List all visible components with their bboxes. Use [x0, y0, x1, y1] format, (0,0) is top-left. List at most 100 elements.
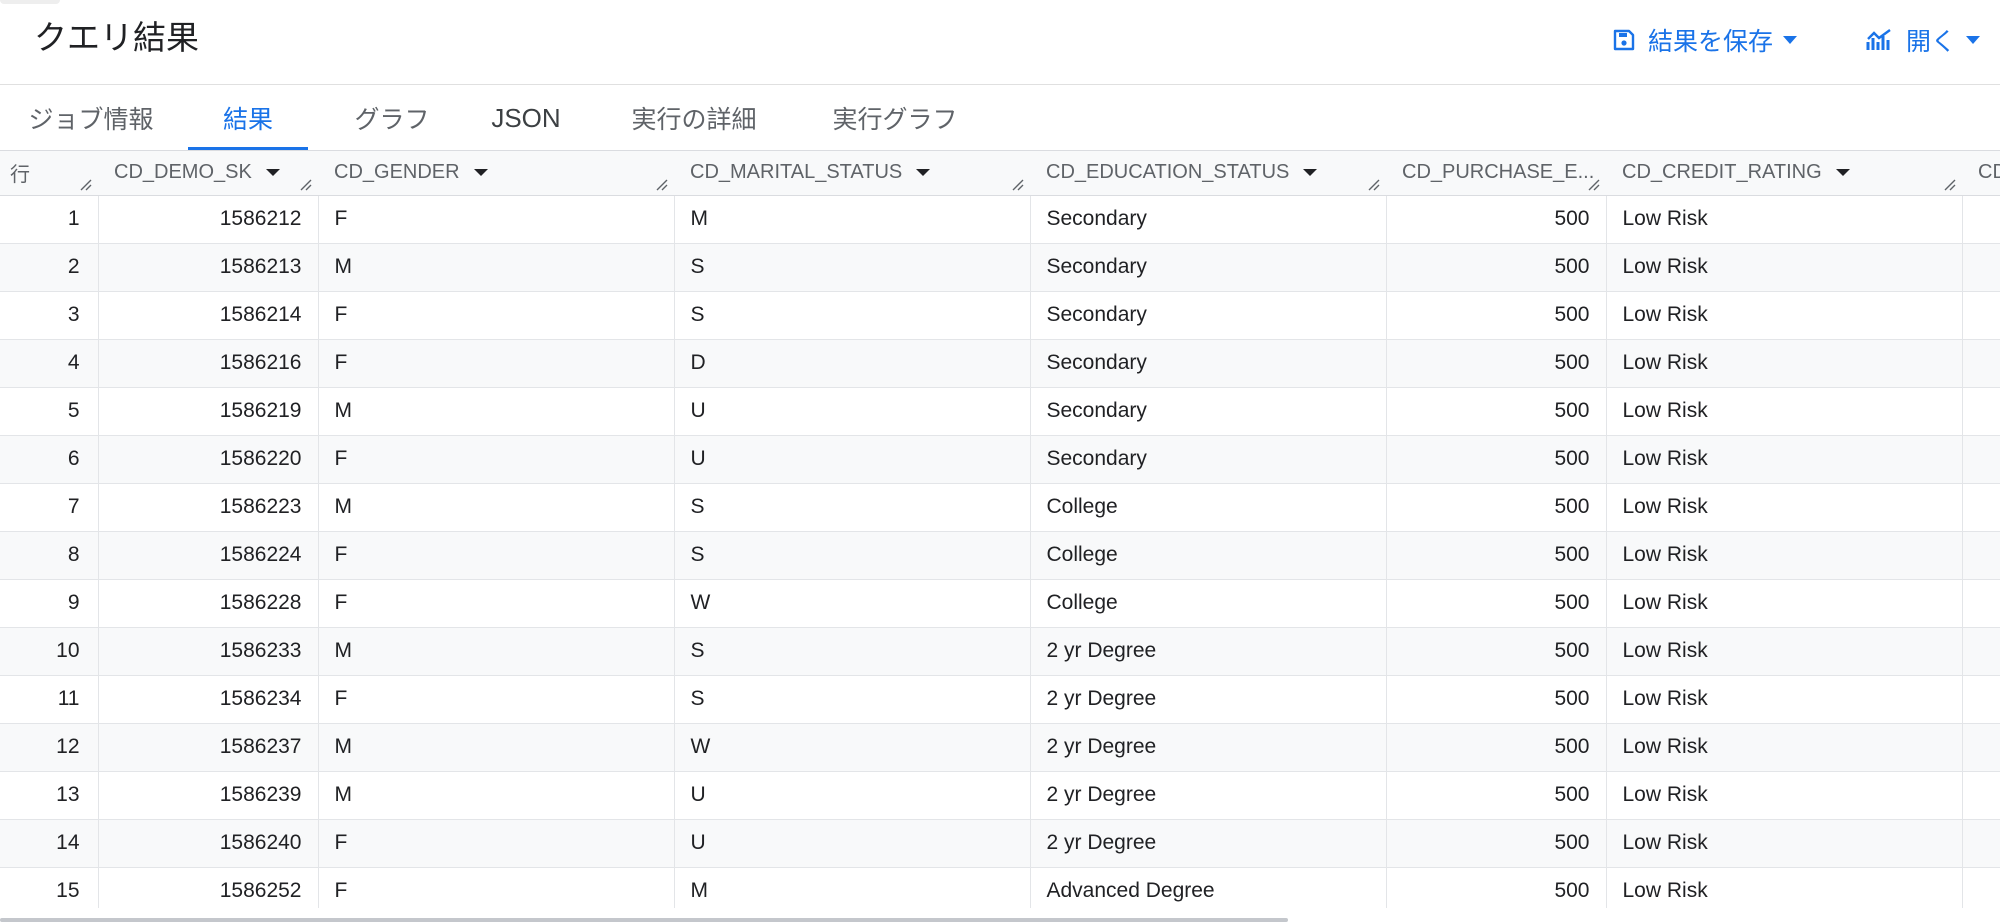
cell-cd-education-status[interactable]: 2 yr Degree: [1030, 771, 1387, 820]
cell-cd-next[interactable]: [1962, 291, 2000, 340]
cell-cd-demo-sk[interactable]: 1586214: [98, 291, 319, 340]
cell-cd-gender[interactable]: F: [318, 531, 675, 580]
cell-cd-credit-rating[interactable]: Low Risk: [1606, 675, 1963, 724]
cell-cd-credit-rating[interactable]: Low Risk: [1606, 531, 1963, 580]
cell-cd-demo-sk[interactable]: 1586233: [98, 627, 319, 676]
cell-cd-credit-rating[interactable]: Low Risk: [1606, 435, 1963, 484]
cell-cd-demo-sk[interactable]: 1586240: [98, 819, 319, 868]
sort-dropdown-icon[interactable]: [473, 169, 488, 177]
cell-cd-education-status[interactable]: 2 yr Degree: [1030, 819, 1387, 868]
cell-cd-demo-sk[interactable]: 1586237: [98, 723, 319, 772]
column-resize-handle[interactable]: [1944, 179, 1956, 191]
cell-cd-marital-status[interactable]: D: [674, 339, 1031, 388]
cell-cd-marital-status[interactable]: W: [674, 579, 1031, 628]
cell-cd-purchase-estimate[interactable]: 500: [1386, 771, 1607, 820]
cell-cd-demo-sk[interactable]: 1586252: [98, 867, 319, 908]
cell-cd-marital-status[interactable]: S: [674, 627, 1031, 676]
cell-cd-marital-status[interactable]: U: [674, 435, 1031, 484]
cell-cd-credit-rating[interactable]: Low Risk: [1606, 387, 1963, 436]
cell-cd-purchase-estimate[interactable]: 500: [1386, 483, 1607, 532]
cell-cd-purchase-estimate[interactable]: 500: [1386, 291, 1607, 340]
cell-cd-marital-status[interactable]: S: [674, 483, 1031, 532]
cell-cd-marital-status[interactable]: M: [674, 867, 1031, 908]
cell-cd-credit-rating[interactable]: Low Risk: [1606, 627, 1963, 676]
cell-cd-credit-rating[interactable]: Low Risk: [1606, 867, 1963, 908]
tab-execution-graph[interactable]: 実行グラフ: [820, 86, 970, 150]
tab-execution-details[interactable]: 実行の詳細: [620, 86, 768, 150]
open-button[interactable]: 開く: [1866, 18, 1981, 62]
column-header-cd-credit-rating[interactable]: CD_CREDIT_RATING: [1606, 151, 1962, 196]
cell-cd-gender[interactable]: F: [318, 867, 675, 908]
cell-cd-gender[interactable]: F: [318, 675, 675, 724]
cell-cd-marital-status[interactable]: S: [674, 531, 1031, 580]
cell-cd-next[interactable]: [1962, 243, 2000, 292]
column-header-cd-education-status[interactable]: CD_EDUCATION_STATUS: [1030, 151, 1386, 196]
cell-cd-purchase-estimate[interactable]: 500: [1386, 723, 1607, 772]
cell-cd-demo-sk[interactable]: 1586228: [98, 579, 319, 628]
cell-cd-next[interactable]: [1962, 723, 2000, 772]
cell-cd-purchase-estimate[interactable]: 500: [1386, 819, 1607, 868]
cell-cd-purchase-estimate[interactable]: 500: [1386, 387, 1607, 436]
save-results-button[interactable]: 結果を保存: [1612, 18, 1798, 62]
cell-cd-education-status[interactable]: 2 yr Degree: [1030, 723, 1387, 772]
cell-cd-credit-rating[interactable]: Low Risk: [1606, 291, 1963, 340]
sort-dropdown-icon[interactable]: [265, 169, 280, 177]
cell-cd-next[interactable]: [1962, 771, 2000, 820]
cell-cd-education-status[interactable]: Secondary: [1030, 195, 1387, 244]
cell-cd-credit-rating[interactable]: Low Risk: [1606, 579, 1963, 628]
cell-cd-gender[interactable]: M: [318, 387, 675, 436]
cell-cd-education-status[interactable]: 2 yr Degree: [1030, 675, 1387, 724]
cell-cd-education-status[interactable]: Secondary: [1030, 291, 1387, 340]
cell-cd-next[interactable]: [1962, 339, 2000, 388]
cell-cd-gender[interactable]: M: [318, 243, 675, 292]
sort-dropdown-icon[interactable]: [1835, 169, 1850, 177]
column-resize-handle[interactable]: [656, 179, 668, 191]
cell-cd-purchase-estimate[interactable]: 500: [1386, 675, 1607, 724]
cell-cd-gender[interactable]: F: [318, 435, 675, 484]
cell-cd-gender[interactable]: F: [318, 819, 675, 868]
tab-job-info[interactable]: ジョブ情報: [28, 86, 154, 150]
cell-cd-education-status[interactable]: College: [1030, 579, 1387, 628]
cell-cd-demo-sk[interactable]: 1586219: [98, 387, 319, 436]
sort-dropdown-icon[interactable]: [1303, 169, 1318, 177]
column-header-cd-marital-status[interactable]: CD_MARITAL_STATUS: [674, 151, 1030, 196]
cell-cd-education-status[interactable]: College: [1030, 483, 1387, 532]
cell-cd-gender[interactable]: F: [318, 339, 675, 388]
column-header-cd-gender[interactable]: CD_GENDER: [318, 151, 674, 196]
cell-cd-demo-sk[interactable]: 1586234: [98, 675, 319, 724]
cell-cd-education-status[interactable]: Secondary: [1030, 243, 1387, 292]
cell-cd-purchase-estimate[interactable]: 500: [1386, 579, 1607, 628]
column-resize-handle[interactable]: [1012, 179, 1024, 191]
tab-json[interactable]: JSON: [478, 86, 574, 150]
cell-cd-marital-status[interactable]: S: [674, 291, 1031, 340]
horizontal-scrollbar[interactable]: [0, 918, 1288, 922]
cell-cd-demo-sk[interactable]: 1586239: [98, 771, 319, 820]
tab-results[interactable]: 結果: [188, 86, 308, 150]
cell-cd-credit-rating[interactable]: Low Risk: [1606, 483, 1963, 532]
column-header-cd-next[interactable]: CD: [1962, 151, 2000, 196]
cell-cd-demo-sk[interactable]: 1586220: [98, 435, 319, 484]
cell-cd-education-status[interactable]: Secondary: [1030, 435, 1387, 484]
cell-cd-next[interactable]: [1962, 531, 2000, 580]
cell-cd-demo-sk[interactable]: 1586212: [98, 195, 319, 244]
cell-cd-credit-rating[interactable]: Low Risk: [1606, 243, 1963, 292]
cell-cd-gender[interactable]: M: [318, 483, 675, 532]
cell-cd-next[interactable]: [1962, 627, 2000, 676]
cell-cd-gender[interactable]: M: [318, 771, 675, 820]
cell-cd-next[interactable]: [1962, 483, 2000, 532]
cell-cd-demo-sk[interactable]: 1586216: [98, 339, 319, 388]
cell-cd-marital-status[interactable]: M: [674, 195, 1031, 244]
column-header-cd-purchase-estimate[interactable]: CD_PURCHASE_E...: [1386, 151, 1606, 196]
cell-cd-purchase-estimate[interactable]: 500: [1386, 435, 1607, 484]
cell-cd-credit-rating[interactable]: Low Risk: [1606, 819, 1963, 868]
column-resize-handle[interactable]: [300, 179, 312, 191]
cell-cd-next[interactable]: [1962, 195, 2000, 244]
cell-cd-credit-rating[interactable]: Low Risk: [1606, 723, 1963, 772]
cell-cd-education-status[interactable]: Secondary: [1030, 339, 1387, 388]
cell-cd-marital-status[interactable]: W: [674, 723, 1031, 772]
column-resize-handle[interactable]: [80, 179, 92, 191]
cell-cd-education-status[interactable]: College: [1030, 531, 1387, 580]
cell-cd-purchase-estimate[interactable]: 500: [1386, 531, 1607, 580]
cell-cd-marital-status[interactable]: S: [674, 675, 1031, 724]
column-resize-handle[interactable]: [1368, 179, 1380, 191]
